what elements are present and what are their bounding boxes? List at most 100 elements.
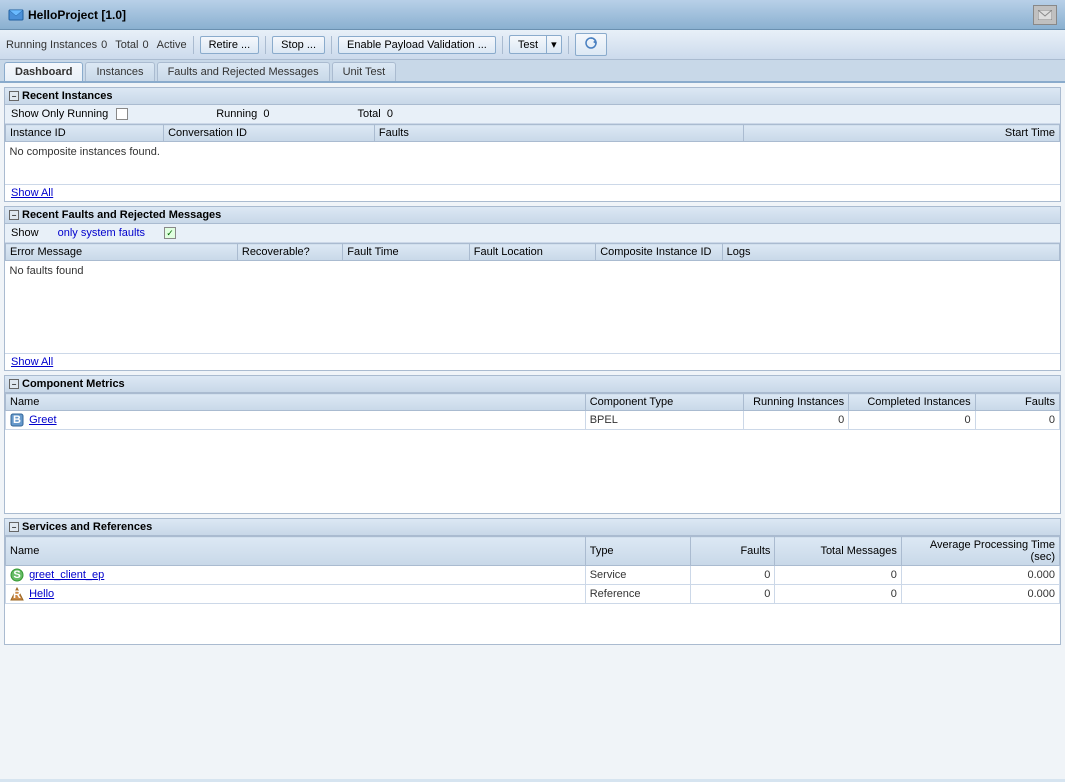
services-empty-space	[5, 604, 1060, 644]
faults-empty-space	[5, 303, 1060, 353]
reference-name-cell: R Hello	[6, 585, 586, 604]
metrics-table: Name Component Type Running Instances Co…	[5, 393, 1060, 430]
col-recoverable: Recoverable?	[237, 244, 342, 261]
toolbar: Running Instances 0 Total 0 Active Retir…	[0, 30, 1065, 60]
tab-instances[interactable]: Instances	[85, 62, 154, 81]
reference-type-cell: Reference	[585, 585, 690, 604]
col-fault-location: Fault Location	[469, 244, 595, 261]
tab-dashboard[interactable]: Dashboard	[4, 62, 83, 81]
recent-instances-header: − Recent Instances	[5, 88, 1060, 105]
separator-4	[502, 36, 503, 54]
only-system-faults-checkbox[interactable]	[164, 227, 176, 239]
recent-faults-title: Recent Faults and Rejected Messages	[22, 209, 221, 221]
title-bar: HelloProject [1.0]	[0, 0, 1065, 30]
services-references-title: Services and References	[22, 521, 152, 533]
service-name-cell: S greet_client_ep	[6, 566, 586, 585]
envelope-icon	[1038, 10, 1052, 20]
col-svc-name: Name	[6, 537, 586, 566]
recent-faults-header: − Recent Faults and Rejected Messages	[5, 207, 1060, 224]
col-composite-instance: Composite Instance ID	[596, 244, 722, 261]
show-only-running-label: Show Only Running	[11, 108, 108, 120]
only-system-faults-label: only system faults	[58, 227, 145, 239]
retire-button[interactable]: Retire ...	[200, 36, 260, 54]
instances-show-all-row: Show All	[5, 184, 1060, 201]
envelope-button[interactable]	[1033, 5, 1057, 25]
faults-no-data-row: No faults found	[6, 261, 1060, 282]
component-metrics-section: − Component Metrics Name Component Type …	[4, 375, 1061, 514]
test-dropdown-arrow[interactable]: ▾	[546, 35, 562, 54]
col-name: Name	[6, 394, 586, 411]
metric-completed-cell: 0	[849, 411, 975, 430]
service-total-cell: 0	[775, 566, 901, 585]
metric-name-cell: B Greet	[6, 411, 586, 430]
show-faults-label: Show	[11, 227, 39, 239]
separator-3	[331, 36, 332, 54]
greet-client-ep-link[interactable]: greet_client_ep	[29, 569, 104, 581]
faults-show-all-row: Show All	[5, 353, 1060, 370]
col-component-type: Component Type	[585, 394, 743, 411]
col-error-message: Error Message	[6, 244, 238, 261]
faults-table-container: Error Message Recoverable? Fault Time Fa…	[5, 243, 1060, 303]
col-conversation-id: Conversation ID	[164, 125, 375, 142]
tab-unittest[interactable]: Unit Test	[332, 62, 397, 81]
col-completed-instances: Completed Instances	[849, 394, 975, 411]
services-references-section: − Services and References Name Type Faul…	[4, 518, 1061, 645]
recent-instances-title: Recent Instances	[22, 90, 112, 102]
col-start-time: Start Time	[743, 125, 1059, 142]
svg-text:B: B	[13, 414, 21, 426]
instances-filter-row: Show Only Running Running 0 Total 0	[5, 105, 1060, 124]
window-title: HelloProject [1.0]	[28, 8, 1033, 22]
enable-payload-button[interactable]: Enable Payload Validation ...	[338, 36, 496, 54]
col-svc-faults: Faults	[691, 537, 775, 566]
table-row: R Hello Reference 0 0 0.000	[6, 585, 1060, 604]
svg-text:S: S	[13, 569, 20, 581]
table-row: S greet_client_ep Service 0 0 0.000	[6, 566, 1060, 585]
recent-faults-section: − Recent Faults and Rejected Messages Sh…	[4, 206, 1061, 371]
services-table: Name Type Faults Total Messages Average …	[5, 536, 1060, 604]
metrics-table-container: Name Component Type Running Instances Co…	[5, 393, 1060, 453]
running-stat-label: Running 0	[216, 108, 269, 120]
faults-show-all-link[interactable]: Show All	[11, 356, 53, 368]
collapse-instances-icon[interactable]: −	[9, 91, 19, 101]
separator-1	[193, 36, 194, 54]
reference-avg-cell: 0.000	[901, 585, 1059, 604]
col-logs: Logs	[722, 244, 1059, 261]
metrics-empty-space	[5, 453, 1060, 513]
instances-no-data-message: No composite instances found.	[6, 142, 1060, 163]
collapse-metrics-icon[interactable]: −	[9, 379, 19, 389]
metric-faults-cell: 0	[975, 411, 1059, 430]
bpel-icon: B	[10, 413, 24, 427]
active-label: Active	[157, 39, 187, 51]
separator-2	[265, 36, 266, 54]
svg-text:R: R	[13, 589, 21, 601]
hello-link[interactable]: Hello	[29, 588, 54, 600]
collapse-faults-icon[interactable]: −	[9, 210, 19, 220]
services-references-header: − Services and References	[5, 519, 1060, 536]
reference-faults-cell: 0	[691, 585, 775, 604]
instances-show-all-link[interactable]: Show All	[11, 187, 53, 199]
instances-table: Instance ID Conversation ID Faults Start…	[5, 124, 1060, 162]
faults-filter-row: Show only system faults	[5, 224, 1060, 243]
total-stat-label: Total 0	[357, 108, 393, 120]
service-type-cell: Service	[585, 566, 690, 585]
col-running-instances: Running Instances	[743, 394, 848, 411]
instances-no-data-row: No composite instances found.	[6, 142, 1060, 163]
reference-icon: R	[10, 587, 24, 601]
tab-faults[interactable]: Faults and Rejected Messages	[157, 62, 330, 81]
instances-table-container: Instance ID Conversation ID Faults Start…	[5, 124, 1060, 184]
col-fault-time: Fault Time	[343, 244, 469, 261]
total-value: 0	[143, 39, 149, 51]
greet-link[interactable]: Greet	[29, 414, 57, 426]
stop-button[interactable]: Stop ...	[272, 36, 325, 54]
app-icon	[8, 7, 24, 23]
collapse-services-icon[interactable]: −	[9, 522, 19, 532]
refresh-button[interactable]	[575, 33, 607, 56]
show-only-running-checkbox[interactable]	[116, 108, 128, 120]
refresh-icon	[584, 36, 598, 50]
col-svc-total: Total Messages	[775, 537, 901, 566]
service-icon: S	[10, 568, 24, 582]
faults-no-data-message: No faults found	[6, 261, 1060, 282]
col-faults: Faults	[374, 125, 743, 142]
service-faults-cell: 0	[691, 566, 775, 585]
test-button[interactable]: Test	[509, 35, 546, 54]
